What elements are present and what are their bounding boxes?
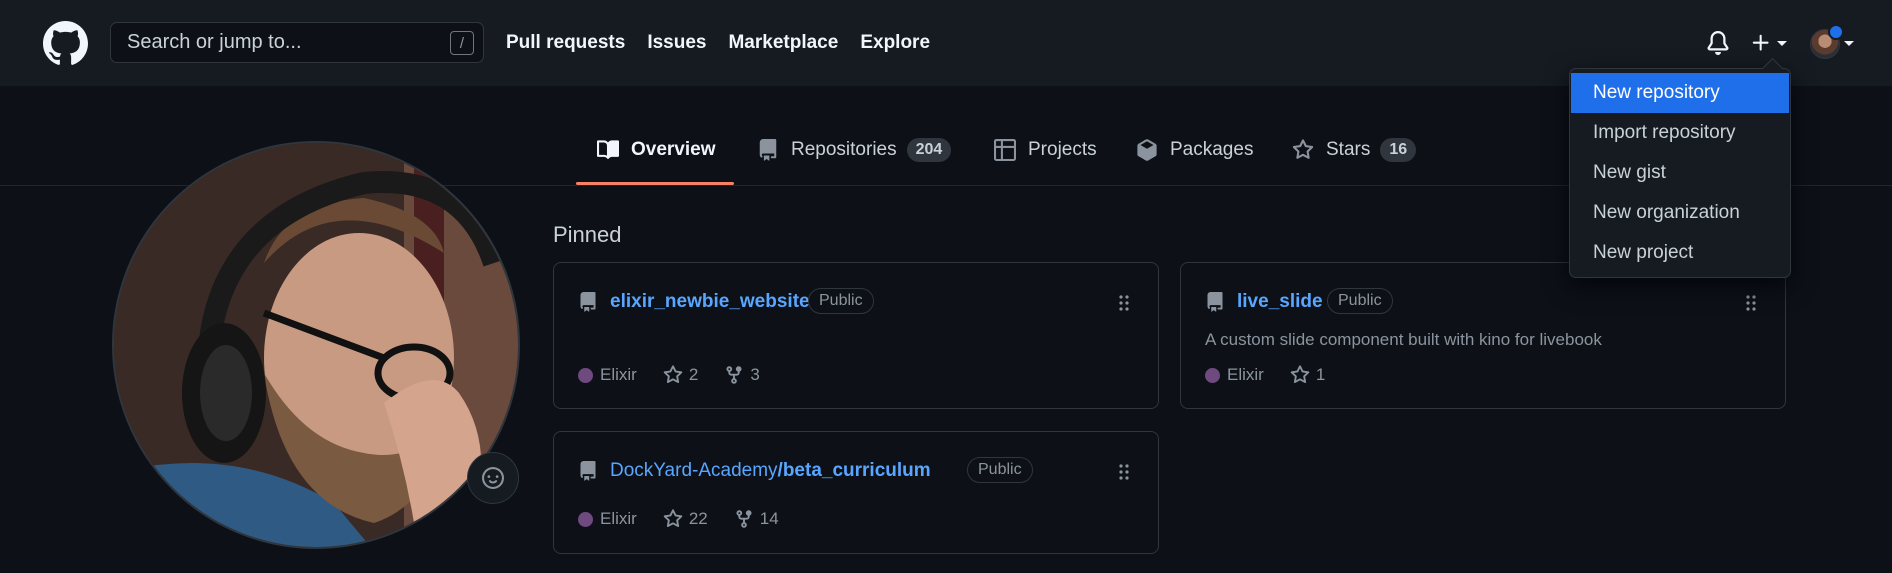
repo-forks[interactable]: 14 [734,509,779,529]
search-input[interactable]: Search or jump to... / [110,22,484,63]
repo-link[interactable]: live_slide [1237,291,1323,313]
star-icon [663,365,683,384]
repo-language: Elixir [600,509,637,528]
repo-owner: DockYard-Academy [610,460,778,481]
pinned-heading: Pinned [553,222,622,247]
repo-fork-count: 14 [759,509,779,528]
star-icon [1290,365,1310,384]
tab-repositories-label: Repositories [791,139,897,160]
repo-meta: Elixir 22 14 [578,509,779,529]
language-color-dot [1205,367,1220,383]
repositories-count-badge: 204 [906,138,952,162]
repo-stars[interactable]: 2 [663,365,698,385]
drag-handle-icon[interactable] [1745,294,1757,312]
menu-item-new-organization[interactable]: New organization [1571,193,1789,233]
tab-stars-label: Stars [1326,139,1371,160]
repo-link[interactable]: DockYard-Academy/beta_curriculum [610,460,931,482]
repo-star-count: 1 [1315,365,1326,384]
repo-language: Elixir [1227,365,1264,384]
pinned-repo-card: elixir_newbie_website Public Elixir 2 3 [553,262,1159,409]
caret-down-icon [1777,41,1787,46]
nav-marketplace[interactable]: Marketplace [728,32,838,54]
repo-meta: Elixir 1 [1205,365,1325,385]
tab-repositories[interactable]: Repositories 204 [757,130,952,170]
repo-stars[interactable]: 22 [663,509,708,529]
visibility-badge: Public [967,457,1033,483]
nav-issues[interactable]: Issues [647,32,706,54]
tab-projects-label: Projects [1028,139,1097,160]
repo-icon [580,461,596,481]
active-tab-underline [576,182,734,185]
repo-icon [759,139,777,161]
global-nav: Pull requests Issues Marketplace Explore [506,0,952,86]
language-color-dot [578,511,593,527]
nav-pull-requests[interactable]: Pull requests [506,32,625,54]
menu-item-new-project[interactable]: New project [1571,233,1789,273]
tab-stars[interactable]: Stars 16 [1292,130,1417,170]
search-shortcut-key: / [450,31,474,55]
package-icon [1137,139,1157,161]
repo-link[interactable]: elixir_newbie_website [610,291,810,313]
repo-meta: Elixir 2 3 [578,365,760,385]
nav-explore[interactable]: Explore [860,32,930,54]
caret-down-icon[interactable] [1843,38,1855,48]
github-logo-icon[interactable] [43,21,88,66]
plus-icon [1752,34,1769,51]
repo-language: Elixir [600,365,637,384]
drag-handle-icon[interactable] [1118,463,1130,481]
visibility-badge: Public [1327,288,1393,314]
repo-star-count: 22 [688,509,708,528]
profile-photo-illustration [114,143,518,547]
tab-overview-label: Overview [631,139,716,160]
repo-description: A custom slide component built with kino… [1205,330,1602,349]
star-icon [663,509,683,528]
create-new-button[interactable] [1750,31,1790,55]
stars-count-badge: 16 [1380,138,1417,162]
tab-packages-label: Packages [1170,139,1254,160]
tab-overview[interactable]: Overview [597,130,716,170]
notification-indicator [1828,24,1844,40]
language-color-dot [578,367,593,383]
pinned-repo-card: live_slide Public A custom slide compone… [1180,262,1786,409]
menu-item-new-gist[interactable]: New gist [1571,153,1789,193]
table-icon [994,139,1016,161]
repo-fork-count: 3 [750,365,760,384]
fork-icon [736,510,752,528]
profile-avatar [112,141,520,549]
visibility-badge: Public [808,288,874,314]
search-placeholder: Search or jump to... [127,31,302,53]
repo-icon [1207,292,1223,312]
tab-projects[interactable]: Projects [994,130,1097,170]
fork-icon [726,366,742,384]
menu-item-import-repository[interactable]: Import repository [1571,113,1789,153]
create-new-dropdown: New repository Import repository New gis… [1569,68,1791,278]
repo-stars[interactable]: 1 [1290,365,1325,385]
drag-handle-icon[interactable] [1118,294,1130,312]
smiley-icon [482,467,504,489]
repo-star-count: 2 [688,365,699,384]
book-icon [597,140,619,159]
bell-icon[interactable] [1706,31,1730,55]
menu-item-new-repository[interactable]: New repository [1571,73,1789,113]
repo-icon [580,292,596,312]
tab-packages[interactable]: Packages [1136,130,1253,170]
star-icon [1292,139,1314,159]
set-status-button[interactable] [467,452,519,504]
pinned-repo-card: DockYard-Academy/beta_curriculum Public … [553,431,1159,554]
repo-name: /beta_curriculum [777,460,931,481]
repo-forks[interactable]: 3 [724,365,760,385]
